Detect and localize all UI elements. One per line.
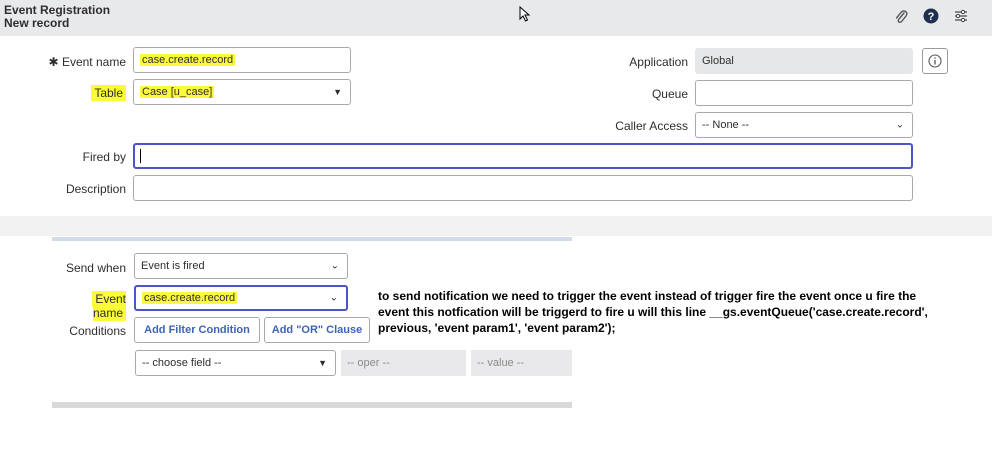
chevron-down-icon: ⌄ <box>330 260 339 272</box>
application-info-button[interactable] <box>922 48 948 74</box>
add-or-clause-button[interactable]: Add "OR" Clause <box>264 317 370 343</box>
table-select[interactable]: Case [u_case] ▼ <box>133 79 351 105</box>
event-name-label: ✱ Event name <box>48 55 126 69</box>
send-when-value: Event is fired <box>141 260 205 272</box>
queue-label: Queue <box>651 87 688 101</box>
settings-sliders-icon[interactable] <box>954 9 968 23</box>
description-label: Description <box>65 182 126 196</box>
annotation-line: event this notfication will be triggerd … <box>378 305 928 319</box>
form-header <box>0 0 992 36</box>
choose-field-value: -- choose field -- <box>142 357 222 369</box>
help-icon[interactable]: ? <box>923 8 939 24</box>
annotation-line: to send notification we need to trigger … <box>378 289 917 303</box>
svg-text:?: ? <box>928 11 935 23</box>
chevron-down-icon: ▼ <box>318 358 327 368</box>
queue-input[interactable] <box>695 80 913 106</box>
application-value: Global <box>702 55 734 67</box>
info-icon <box>928 54 942 68</box>
required-marker: ✱ <box>48 55 59 69</box>
chevron-down-icon: ▼ <box>333 87 342 97</box>
send-when-label: Send when <box>65 261 126 275</box>
fired-by-label: Fired by <box>82 150 126 164</box>
panel-top-border <box>52 237 572 241</box>
panel-bottom-border <box>52 402 572 408</box>
paperclip-icon[interactable] <box>894 9 908 25</box>
mouse-cursor-icon <box>519 6 531 22</box>
section-divider <box>0 216 992 236</box>
annotation-line: previous, 'event param1', 'event param2'… <box>378 321 616 335</box>
value-input[interactable]: -- value -- <box>471 350 572 376</box>
operator-select[interactable]: -- oper -- <box>341 350 466 376</box>
conditions-label: Conditions <box>69 324 126 338</box>
application-field: Global <box>695 48 913 74</box>
form-subtitle: New record <box>4 16 70 30</box>
fired-by-input[interactable] <box>133 143 913 169</box>
notification-event-name-select[interactable]: case.create.record ⌄ <box>134 285 348 311</box>
choose-field-select[interactable]: -- choose field -- ▼ <box>135 350 336 376</box>
caller-access-select[interactable]: -- None -- ⌄ <box>695 112 913 138</box>
chevron-down-icon: ⌄ <box>895 119 904 131</box>
table-value: Case [u_case] <box>140 86 215 98</box>
description-input[interactable] <box>133 175 913 201</box>
send-when-select[interactable]: Event is fired ⌄ <box>134 253 348 279</box>
caller-access-label: Caller Access <box>615 119 688 133</box>
text-cursor <box>140 149 141 163</box>
notification-event-name-label: Event name <box>92 291 126 321</box>
chevron-down-icon: ⌄ <box>329 292 338 304</box>
notification-event-name-value: case.create.record <box>142 292 238 304</box>
caller-access-value: -- None -- <box>702 119 750 131</box>
table-label: Table <box>80 85 126 101</box>
event-name-input[interactable]: case.create.record <box>133 47 351 73</box>
operator-value: -- oper -- <box>347 357 390 369</box>
application-label: Application <box>629 55 688 69</box>
value-placeholder: -- value -- <box>477 357 525 369</box>
annotation-note: to send notification we need to trigger … <box>378 288 990 336</box>
event-name-value: case.create.record <box>140 54 236 66</box>
add-filter-condition-button[interactable]: Add Filter Condition <box>134 317 260 343</box>
